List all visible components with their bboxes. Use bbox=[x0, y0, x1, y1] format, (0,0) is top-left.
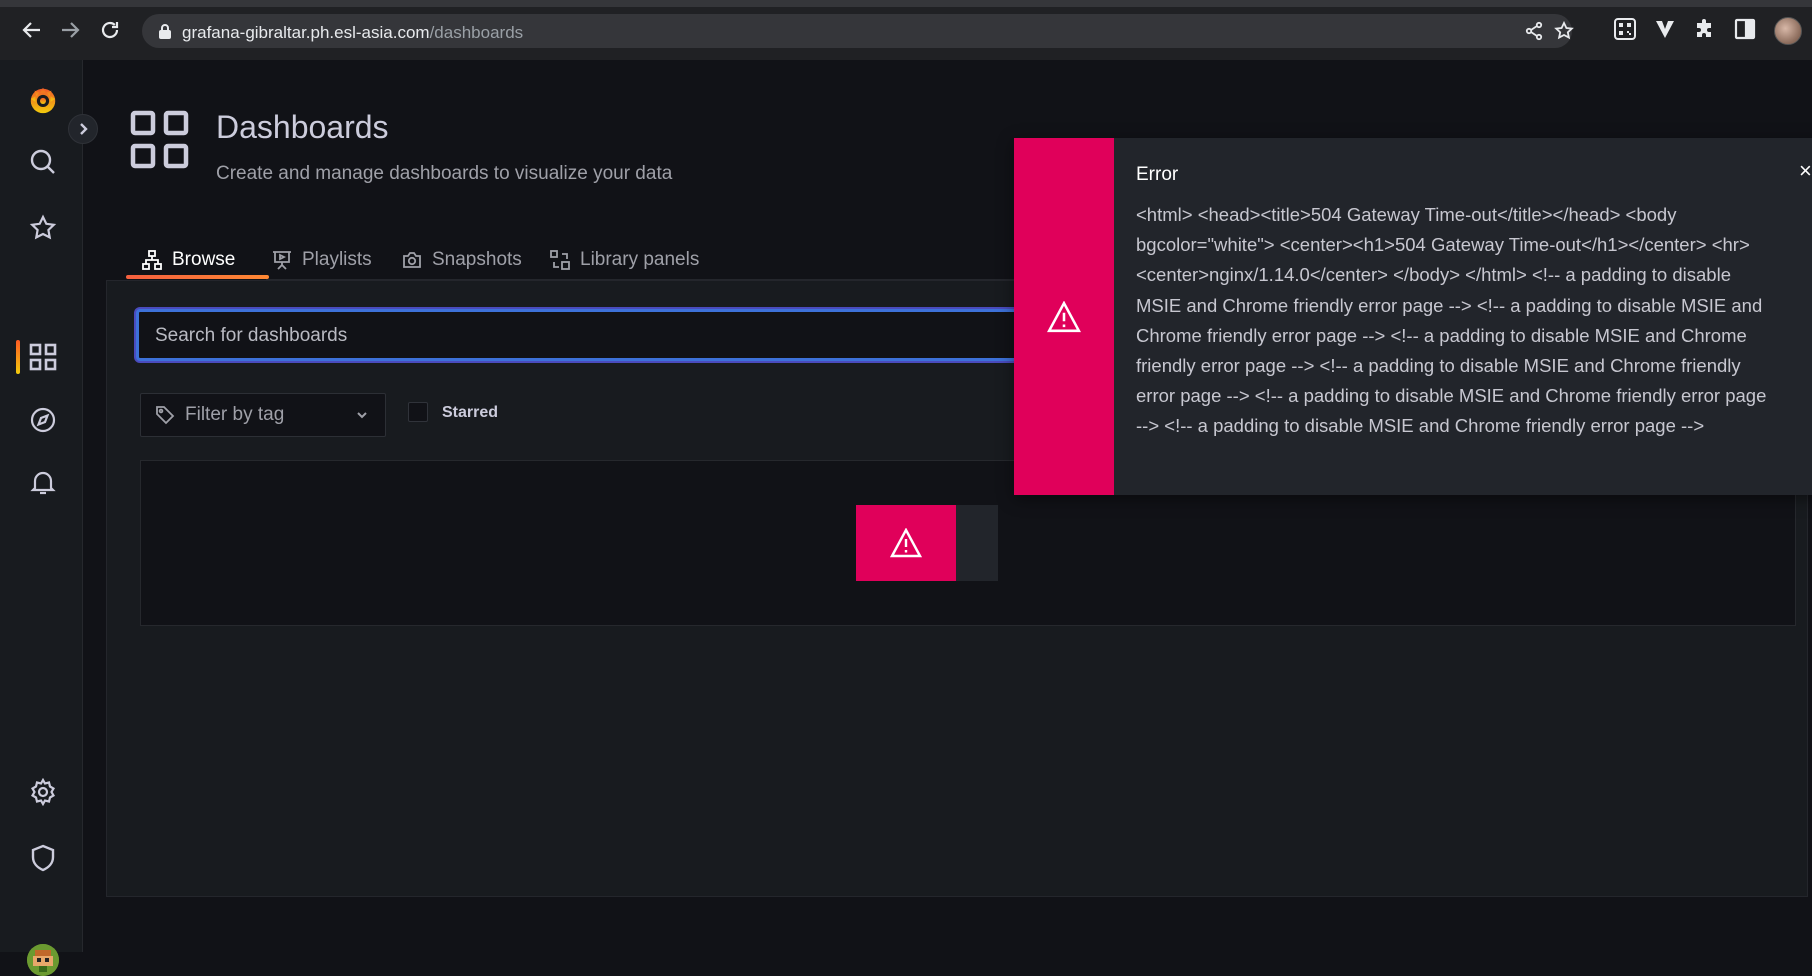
filter-by-tag-label: Filter by tag bbox=[185, 404, 285, 425]
alerting-bell-icon[interactable] bbox=[27, 466, 59, 498]
starred-checkbox[interactable] bbox=[408, 402, 428, 422]
page-title: Dashboards bbox=[216, 109, 389, 145]
sidebar bbox=[0, 60, 83, 976]
dashboards-grid-icon[interactable] bbox=[27, 341, 59, 373]
tab-snapshots[interactable]: Snapshots bbox=[402, 240, 522, 280]
qr-code-icon[interactable] bbox=[1614, 18, 1636, 40]
warning-triangle-icon bbox=[1047, 300, 1081, 332]
tab-snapshots-label: Snapshots bbox=[432, 249, 522, 270]
bookmark-star-icon[interactable] bbox=[1554, 21, 1574, 41]
tab-library-panels-label: Library panels bbox=[580, 249, 700, 270]
tag-icon bbox=[156, 406, 175, 425]
user-avatar[interactable] bbox=[27, 944, 59, 976]
reload-icon[interactable] bbox=[98, 18, 122, 42]
tab-playlists[interactable]: Playlists bbox=[272, 240, 372, 280]
url-text: grafana-gibraltar.ph.esl-asia.com/dashbo… bbox=[182, 23, 523, 43]
error-toast: Error × <html> <head><title>504 Gateway … bbox=[1014, 138, 1812, 495]
back-arrow-icon[interactable] bbox=[20, 18, 44, 42]
active-tab-underline bbox=[126, 275, 269, 279]
star-icon[interactable] bbox=[27, 212, 59, 244]
forward-arrow-icon[interactable] bbox=[58, 18, 82, 42]
configuration-gear-icon[interactable] bbox=[27, 776, 59, 808]
side-panel-icon[interactable] bbox=[1734, 18, 1756, 40]
puzzle-extensions-icon[interactable] bbox=[1694, 18, 1716, 40]
server-admin-shield-icon[interactable] bbox=[27, 842, 59, 874]
grafana-logo-icon[interactable] bbox=[27, 84, 59, 116]
camera-icon bbox=[403, 252, 421, 268]
warning-triangle-icon bbox=[890, 528, 922, 558]
inline-error-icon-box bbox=[856, 505, 956, 581]
tab-playlists-label: Playlists bbox=[302, 249, 372, 270]
explore-compass-icon[interactable] bbox=[27, 404, 59, 436]
address-bar[interactable]: grafana-gibraltar.ph.esl-asia.com/dashbo… bbox=[142, 14, 1574, 48]
sitemap-icon bbox=[142, 250, 162, 270]
error-toast-icon-box bbox=[1014, 138, 1114, 495]
tab-browse[interactable]: Browse bbox=[142, 240, 235, 280]
library-panels-icon bbox=[550, 250, 570, 270]
active-indicator bbox=[16, 340, 20, 374]
url-host: grafana-gibraltar.ph.esl-asia.com bbox=[182, 23, 430, 42]
search-icon[interactable] bbox=[27, 146, 59, 178]
expand-sidebar-button[interactable] bbox=[68, 114, 98, 144]
profile-avatar[interactable] bbox=[1774, 17, 1802, 45]
lock-icon bbox=[158, 23, 172, 39]
tab-library-panels[interactable]: Library panels bbox=[550, 240, 699, 280]
filter-by-tag-select[interactable]: Filter by tag bbox=[140, 393, 386, 437]
close-icon[interactable]: × bbox=[1799, 158, 1812, 184]
vivaldi-extension-icon[interactable] bbox=[1654, 18, 1676, 40]
tab-strip bbox=[0, 0, 1812, 7]
starred-label: Starred bbox=[442, 404, 499, 421]
chevron-down-icon bbox=[357, 412, 367, 419]
page-subtitle: Create and manage dashboards to visualiz… bbox=[216, 163, 673, 184]
presentation-icon bbox=[273, 251, 291, 270]
browser-chrome: grafana-gibraltar.ph.esl-asia.com/dashbo… bbox=[0, 0, 1812, 60]
url-path: /dashboards bbox=[429, 23, 524, 42]
error-toast-message: <html> <head><title>504 Gateway Time-out… bbox=[1136, 204, 1767, 437]
tab-browse-label: Browse bbox=[172, 249, 236, 270]
chevron-right-icon bbox=[80, 123, 88, 135]
dashboards-header-icon bbox=[130, 110, 190, 170]
share-icon[interactable] bbox=[1524, 21, 1544, 41]
inline-error-alert bbox=[856, 505, 998, 581]
error-toast-title: Error bbox=[1136, 164, 1179, 185]
